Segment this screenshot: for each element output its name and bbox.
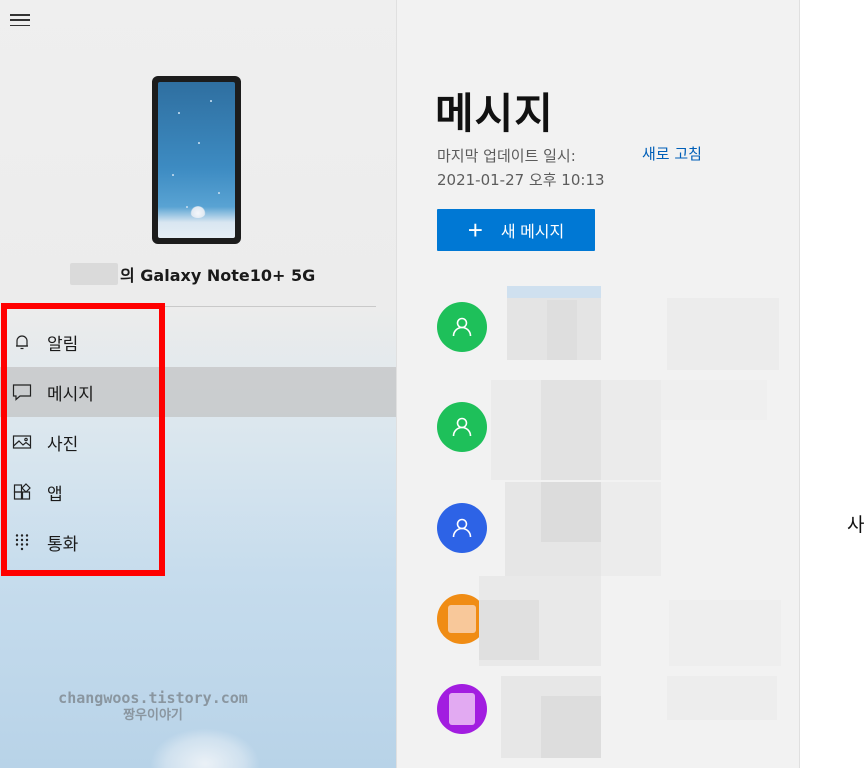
new-message-label: 새 메시지 xyxy=(500,224,565,241)
redacted-block xyxy=(479,600,539,660)
last-updated-value: 2021-01-27 오후 10:13 xyxy=(437,171,605,189)
redacted-block xyxy=(601,482,661,576)
redacted-block xyxy=(667,298,779,370)
contact-avatar-icon xyxy=(437,302,487,352)
cloud-decoration xyxy=(150,728,260,768)
redacted-block xyxy=(661,380,767,420)
redacted-block xyxy=(541,696,601,758)
nav-label: 메시지 xyxy=(47,384,94,405)
last-updated-info: 마지막 업데이트 일시: 2021-01-27 오후 10:13 xyxy=(437,144,605,192)
redacted-block xyxy=(547,300,577,360)
message-icon xyxy=(11,381,33,403)
conversation-item[interactable] xyxy=(397,676,799,768)
contact-avatar-icon xyxy=(437,402,487,452)
photo-icon xyxy=(11,431,33,453)
dialpad-icon xyxy=(11,531,33,553)
conversation-item[interactable] xyxy=(397,276,799,376)
refresh-link[interactable]: 새로 고침 xyxy=(642,144,702,164)
new-message-button[interactable]: + 새 메시지 xyxy=(437,209,595,251)
hamburger-menu-icon[interactable] xyxy=(10,12,32,28)
contact-avatar-icon xyxy=(437,684,487,734)
your-phone-app-window: 의 Galaxy Note10+ 5G 알림 메시지 사진 앱 통화 chang… xyxy=(0,0,864,768)
placeholder-text: 사 xyxy=(847,514,864,536)
nav-item-apps[interactable]: 앱 xyxy=(0,467,396,517)
device-name-row: 의 Galaxy Note10+ 5G xyxy=(70,262,315,286)
redacted-block xyxy=(667,676,777,720)
last-updated-label: 마지막 업데이트 일시: xyxy=(437,147,576,165)
redacted-block xyxy=(669,600,781,666)
nav-label: 통화 xyxy=(47,534,79,555)
nav-item-messages[interactable]: 메시지 xyxy=(0,367,396,417)
watermark: changwoos.tistory.com 짱우이야기 xyxy=(0,690,306,724)
contact-avatar-icon xyxy=(437,503,487,553)
nav-label: 앱 xyxy=(47,484,63,505)
device-sidebar: 의 Galaxy Note10+ 5G 알림 메시지 사진 앱 통화 chang… xyxy=(0,0,396,768)
conversation-item[interactable] xyxy=(397,576,799,676)
bell-icon xyxy=(11,331,33,353)
watermark-url: changwoos.tistory.com xyxy=(58,689,248,707)
conversation-item[interactable] xyxy=(397,476,799,576)
divider xyxy=(8,306,376,307)
nav-item-photos[interactable]: 사진 xyxy=(0,417,396,467)
conversation-detail-pane: 사 xyxy=(801,0,864,768)
nav-item-notifications[interactable]: 알림 xyxy=(0,317,396,367)
nav-label: 알림 xyxy=(47,334,79,355)
watermark-blog-name: 짱우이야기 xyxy=(123,708,183,723)
redacted-owner-name xyxy=(70,263,118,285)
redacted-block xyxy=(541,380,601,480)
plus-icon: + xyxy=(467,215,483,245)
conversation-item[interactable] xyxy=(397,376,799,480)
page-title: 메시지 xyxy=(435,89,554,138)
redacted-block xyxy=(541,482,601,542)
nav-item-calls[interactable]: 통화 xyxy=(0,517,396,567)
device-name: 의 Galaxy Note10+ 5G xyxy=(120,266,316,285)
nav-label: 사진 xyxy=(47,434,79,455)
messages-pane: 메시지 마지막 업데이트 일시: 2021-01-27 오후 10:13 새로 … xyxy=(396,0,800,768)
apps-icon xyxy=(11,481,33,503)
phone-image xyxy=(152,76,241,244)
